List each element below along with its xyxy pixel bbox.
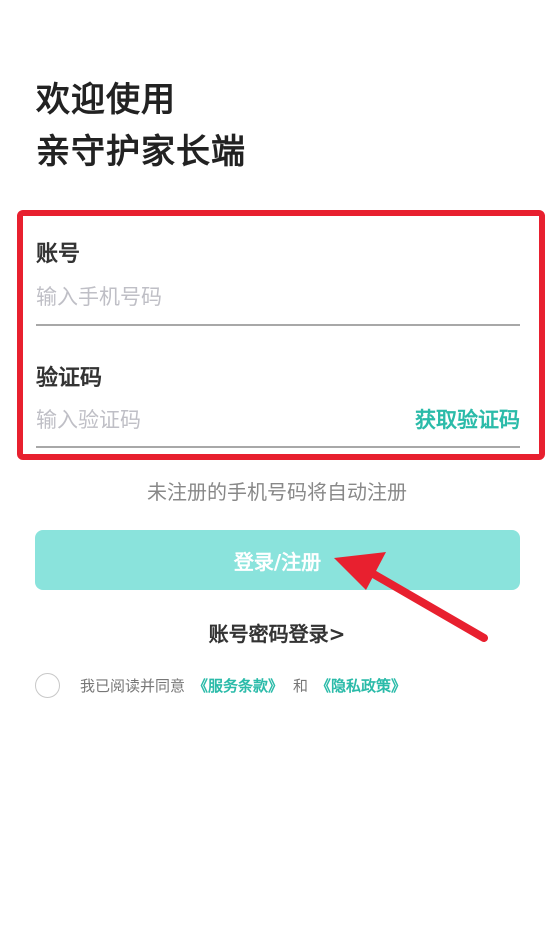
login-register-button[interactable]: 登录/注册 — [35, 530, 520, 590]
welcome-title: 欢迎使用 亲守护家长端 — [36, 74, 246, 178]
login-page: 欢迎使用 亲守护家长端 账号 验证码 获取验证码 未注册的手机号码将自动注册 登… — [0, 0, 554, 935]
welcome-line-1: 欢迎使用 — [36, 80, 176, 120]
welcome-line-2: 亲守护家长端 — [36, 132, 246, 172]
annotation-highlight-box — [17, 210, 545, 460]
agreement-row: 我已阅读并同意 《服务条款》 和 《隐私政策》 — [35, 672, 406, 698]
terms-of-service-link[interactable]: 《服务条款》 — [193, 675, 283, 696]
agreement-prefix: 我已阅读并同意 — [80, 676, 186, 695]
login-register-label: 登录/注册 — [233, 549, 322, 574]
auto-register-hint: 未注册的手机号码将自动注册 — [147, 480, 407, 504]
privacy-policy-link[interactable]: 《隐私政策》 — [316, 675, 406, 696]
password-login-link[interactable]: 账号密码登录> — [0, 618, 554, 647]
agreement-checkbox[interactable] — [35, 672, 60, 698]
agreement-and: 和 — [293, 676, 309, 695]
